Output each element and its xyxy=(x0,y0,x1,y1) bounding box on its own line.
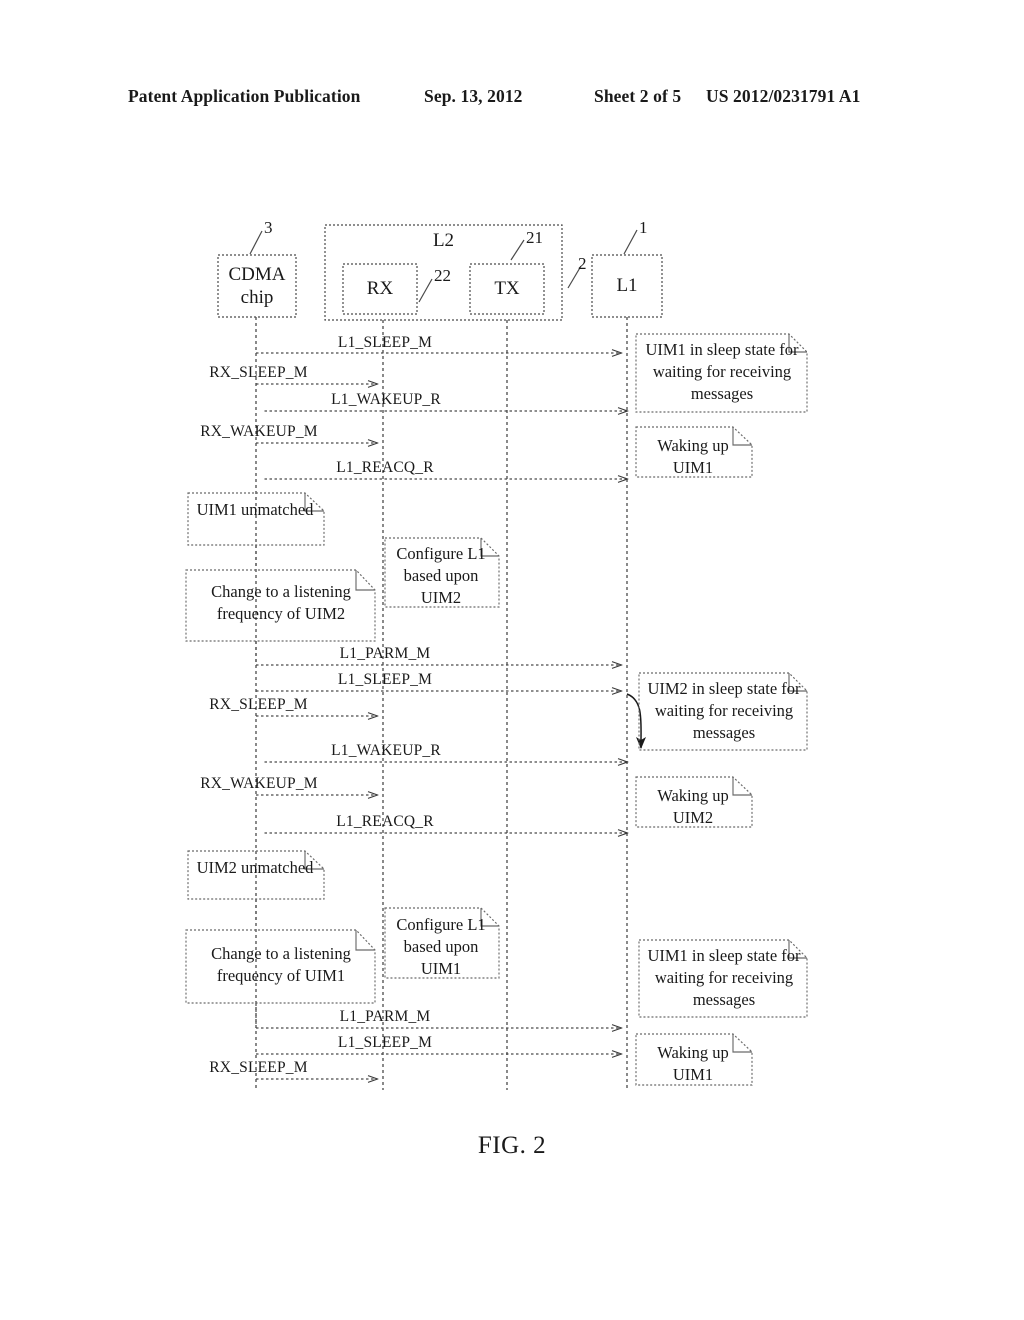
participant-label-rx: RX xyxy=(366,278,394,299)
participant-label-cdma-line2: chip xyxy=(240,287,274,309)
note-uim2-sleep-state: UIM2 in sleep state for waiting for rece… xyxy=(647,679,801,742)
note-waking-up-uim1-1: Waking up UIM1 xyxy=(657,436,729,477)
note-configure-l1-uim1: Configure L1 based upon UIM1 xyxy=(396,915,486,978)
participant-box-rx[interactable]: RX xyxy=(343,278,417,300)
participant-box-cdma-chip[interactable]: CDMA chip xyxy=(218,263,296,309)
ref-numeral-3: 3 xyxy=(264,218,273,237)
message-label-m14: RX_SLEEP_M xyxy=(209,1059,308,1076)
sequence-diagram xyxy=(0,0,1024,1320)
message-label-m7: L1_SLEEP_M xyxy=(337,671,433,688)
ref-numeral-1: 1 xyxy=(639,218,648,237)
note-configure-l1-uim2: Configure L1 based upon UIM2 xyxy=(396,544,486,607)
message-label-m8: RX_SLEEP_M xyxy=(209,696,308,713)
participant-box-tx[interactable]: TX xyxy=(470,278,544,300)
message-label-m1: L1_SLEEP_M xyxy=(337,334,433,351)
note-uim1-unmatched: UIM1 unmatched xyxy=(196,500,314,519)
message-label-m13: L1_SLEEP_M xyxy=(337,1034,433,1051)
message-label-m5: L1_REACQ_R xyxy=(336,459,434,476)
participant-box-l1[interactable]: L1 xyxy=(592,275,662,297)
participant-label-tx: TX xyxy=(494,278,520,299)
message-label-m6: L1_PARM_M xyxy=(339,645,431,662)
message-label-m4: RX_WAKEUP_M xyxy=(200,423,318,440)
note-change-listening-frequency-uim1: Change to a listening frequency of UIM1 xyxy=(211,944,351,985)
note-uim1-sleep-state-1: UIM1 in sleep state for waiting for rece… xyxy=(645,340,799,403)
message-label-m3: L1_WAKEUP_R xyxy=(331,391,441,408)
note-waking-up-uim1-2: Waking up UIM1 xyxy=(657,1043,729,1084)
message-label-m12: L1_PARM_M xyxy=(339,1008,431,1025)
message-label-m10: RX_WAKEUP_M xyxy=(200,775,318,792)
participant-label-l1: L1 xyxy=(616,275,638,296)
participant-label-cdma-line1: CDMA xyxy=(228,264,286,285)
message-label-m9: L1_WAKEUP_R xyxy=(331,742,441,759)
note-uim2-unmatched: UIM2 unmatched xyxy=(196,858,314,877)
ref-numeral-21: 21 xyxy=(526,228,543,247)
message-label-m11: L1_REACQ_R xyxy=(336,813,434,830)
message-label-m2: RX_SLEEP_M xyxy=(209,364,308,381)
ref-numeral-2: 2 xyxy=(578,254,587,273)
note-uim1-sleep-state-2: UIM1 in sleep state for waiting for rece… xyxy=(647,946,801,1009)
figure-caption: FIG. 2 xyxy=(477,1132,547,1159)
note-waking-up-uim2: Waking up UIM2 xyxy=(657,786,729,827)
note-change-listening-frequency-uim2: Change to a listening frequency of UIM2 xyxy=(211,582,351,623)
ref-numeral-22: 22 xyxy=(434,266,451,285)
